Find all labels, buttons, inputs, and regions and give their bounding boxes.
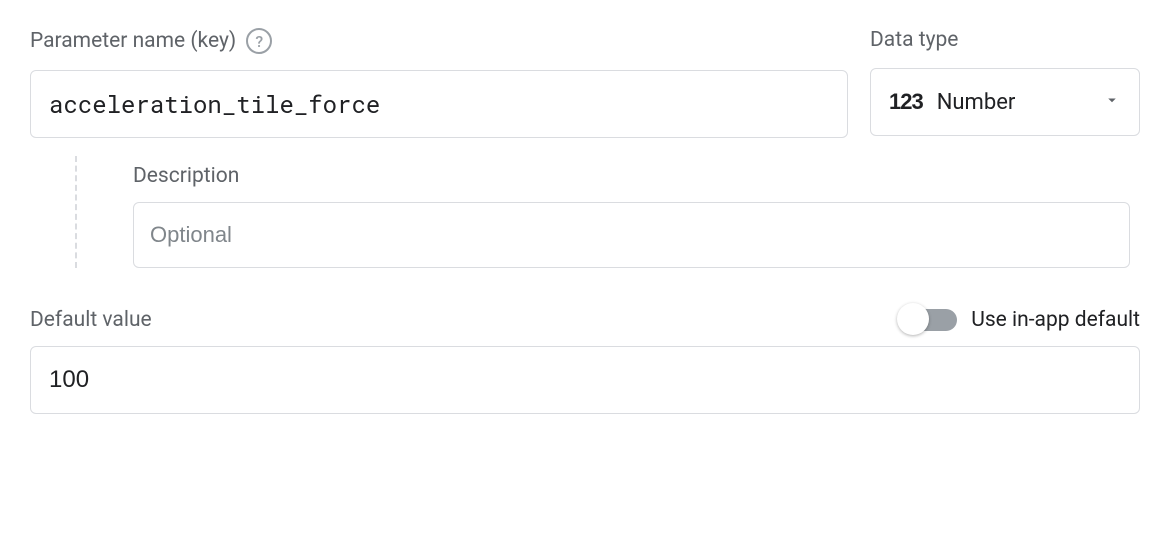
parameter-name-input[interactable] [30, 70, 848, 138]
description-label: Description [133, 164, 1130, 188]
use-in-app-default-toggle[interactable] [901, 309, 957, 331]
parameter-name-label: Parameter name (key) [30, 29, 236, 53]
help-icon[interactable]: ? [246, 28, 272, 54]
data-type-label: Data type [870, 28, 958, 52]
data-type-select[interactable]: 123 Number [870, 68, 1140, 136]
default-value-input[interactable] [30, 346, 1140, 414]
data-type-selected: Number [937, 90, 1089, 115]
toggle-knob [897, 303, 929, 335]
tree-guide-line [75, 156, 77, 268]
number-icon: 123 [889, 89, 923, 115]
default-value-label: Default value [30, 308, 152, 332]
description-input[interactable] [133, 202, 1130, 268]
use-in-app-default-label: Use in-app default [971, 308, 1140, 332]
chevron-down-icon [1103, 91, 1121, 113]
